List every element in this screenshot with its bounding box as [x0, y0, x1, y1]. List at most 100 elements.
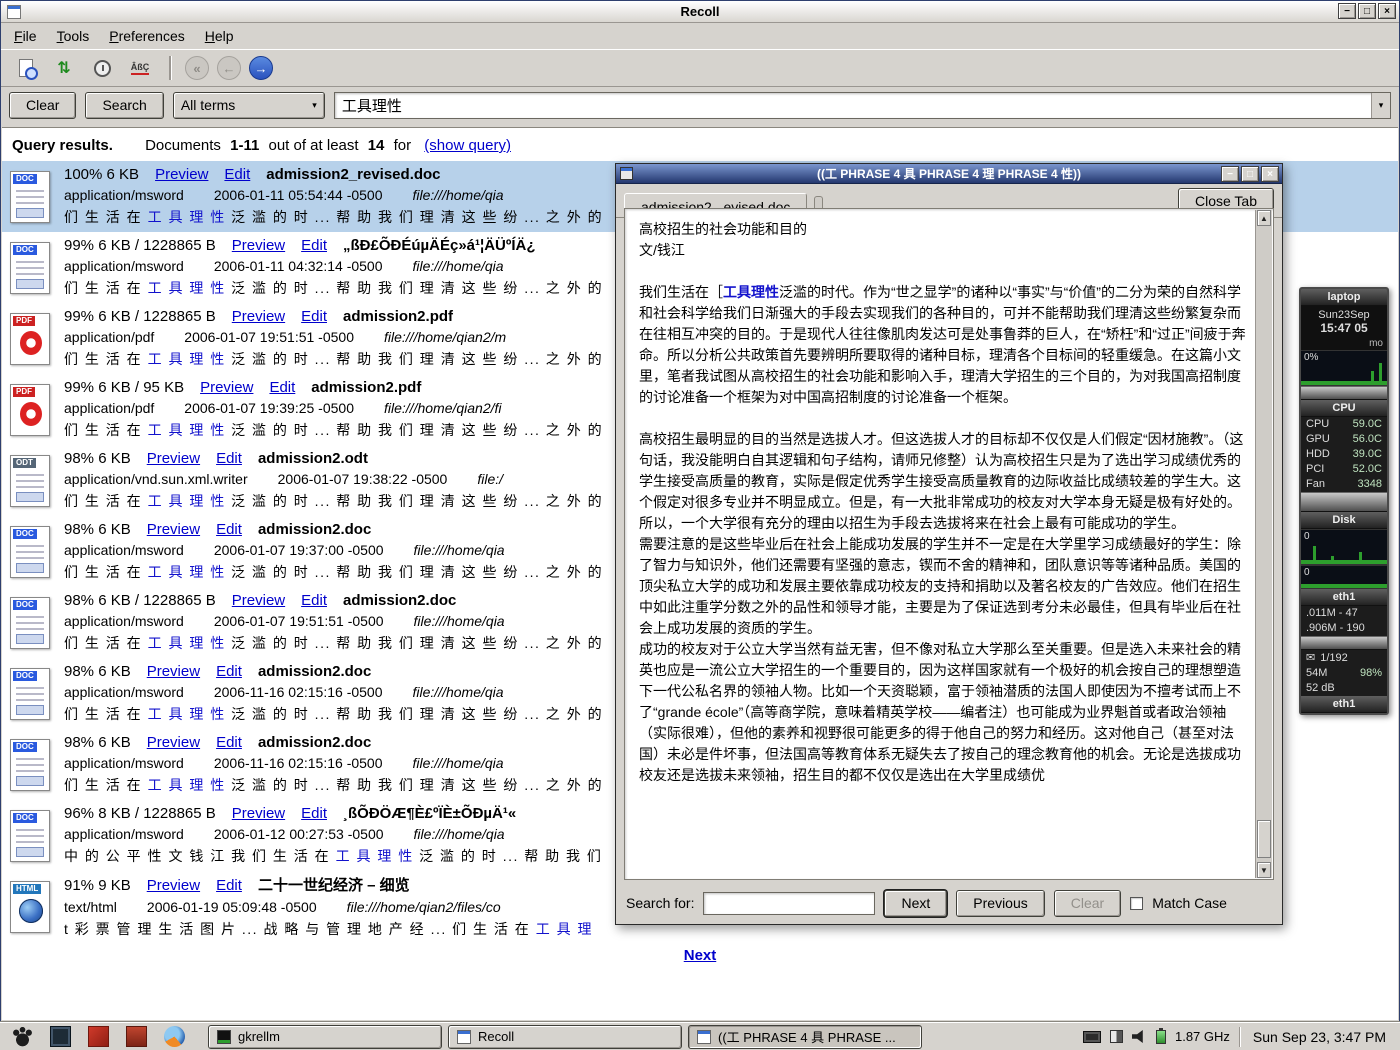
result-mimetype: application/msword — [64, 542, 184, 558]
scroll-down-button[interactable]: ▼ — [1257, 862, 1271, 878]
taskbar-task-preview[interactable]: ((工 PHRASE 4 具 PHRASE ... — [688, 1025, 922, 1049]
edit-link[interactable]: Edit — [301, 805, 327, 822]
preview-link[interactable]: Preview — [232, 805, 285, 822]
find-clear-button[interactable]: Clear — [1054, 890, 1121, 917]
edit-link[interactable]: Edit — [301, 308, 327, 325]
gkrellm-panel[interactable]: laptop Sun23Sep 15:47 05 mo 0% CPU CPU59… — [1299, 287, 1389, 715]
launcher-firefox[interactable] — [162, 1025, 186, 1049]
minimize-button[interactable]: − — [1338, 3, 1356, 19]
match-case-checkbox[interactable] — [1130, 897, 1143, 910]
menu-help[interactable]: Help — [196, 25, 243, 47]
disk-chart: 0 — [1301, 529, 1387, 565]
edit-link[interactable]: Edit — [224, 166, 250, 183]
preview-maximize-button[interactable]: □ — [1241, 166, 1259, 182]
launcher-package[interactable] — [124, 1025, 148, 1049]
edit-link[interactable]: Edit — [216, 734, 242, 751]
preview-document-area: 高校招生的社会功能和目的文/钱江我们生活在［工具理性泛滥的时代。作为“世之显学”… — [624, 208, 1274, 880]
volume-icon[interactable] — [1132, 1030, 1147, 1044]
preview-link[interactable]: Preview — [155, 166, 208, 183]
main-titlebar[interactable]: Recoll − □ × — [1, 1, 1399, 23]
query-preview-button[interactable] — [11, 53, 41, 83]
find-previous-button[interactable]: Previous — [956, 890, 1044, 917]
toolbar: ⇅ ÂßÇ « ← → — [1, 49, 1399, 87]
history-button[interactable] — [87, 53, 117, 83]
query-input[interactable] — [335, 93, 1371, 118]
edit-link[interactable]: Edit — [216, 450, 242, 467]
preview-search-input[interactable] — [703, 892, 875, 915]
highlighted-term: 工 具 理 性 — [148, 351, 226, 367]
edit-link[interactable]: Edit — [301, 237, 327, 254]
menubar: FileToolsPreferencesHelp — [1, 23, 1399, 49]
result-date: 2006-01-12 00:27:53 -0500 — [214, 826, 384, 842]
preview-minimize-button[interactable]: − — [1221, 166, 1239, 182]
index-status-button[interactable]: ⇅ — [49, 53, 79, 83]
preview-link[interactable]: Preview — [232, 308, 285, 325]
text-segment: 成功的校友对于公立大学当然有益无害，但不像对私立大学那么至关重要。但是选入未来社… — [639, 641, 1241, 783]
result-relevance-size: 98% 6 KB — [64, 734, 131, 751]
preview-link[interactable]: Preview — [147, 521, 200, 538]
preview-link[interactable]: Preview — [147, 734, 200, 751]
pdf-file-icon: PDF — [10, 313, 50, 365]
close-button[interactable]: × — [1378, 3, 1396, 19]
result-url: file:///home/qia — [414, 826, 505, 842]
cpu-chart: 0% — [1301, 350, 1387, 386]
results-for-text: for — [394, 137, 412, 154]
first-page-button[interactable]: « — [185, 56, 209, 80]
scroll-up-button[interactable]: ▲ — [1257, 210, 1271, 226]
taskbar-task-gkrellm[interactable]: gkrellm — [208, 1025, 442, 1049]
net-readouts: .011M - 47.906M - 190 — [1301, 606, 1387, 636]
text-segment: 们 生 活 在 — [64, 209, 148, 225]
edit-link[interactable]: Edit — [216, 521, 242, 538]
search-mode-combo[interactable]: All terms ▾ — [173, 92, 325, 119]
preview-titlebar[interactable]: ((工 PHRASE 4 具 PHRASE 4 理 PHRASE 4 性)) −… — [616, 164, 1282, 184]
highlighted-term: 工 具 理 性 — [148, 280, 226, 296]
menu-file[interactable]: File — [5, 25, 46, 47]
next-page-link[interactable]: Next — [684, 947, 717, 964]
query-history-dropdown[interactable]: ▾ — [1371, 93, 1390, 118]
preview-text[interactable]: 高校招生的社会功能和目的文/钱江我们生活在［工具理性泛滥的时代。作为“世之显学”… — [625, 209, 1255, 879]
preview-link[interactable]: Preview — [232, 592, 285, 609]
scrollbar-thumb[interactable] — [1257, 820, 1271, 858]
sensor-krell — [1301, 492, 1387, 512]
edit-link[interactable]: Edit — [216, 877, 242, 894]
search-row: Clear Search All terms ▾ ▾ — [1, 87, 1399, 123]
launcher-terminal[interactable] — [48, 1025, 72, 1049]
menu-tools[interactable]: Tools — [48, 25, 99, 47]
layout-switcher-icon[interactable] — [1110, 1030, 1123, 1043]
pdf-file-icon: PDF — [10, 384, 50, 436]
mail-count: 1/192 — [1320, 650, 1348, 666]
next-page-button[interactable]: → — [249, 56, 273, 80]
preview-close-button[interactable]: × — [1261, 166, 1279, 182]
preview-link[interactable]: Preview — [232, 237, 285, 254]
page-line — [16, 829, 44, 831]
launcher-editor[interactable] — [86, 1025, 110, 1049]
memory-percent: 98% — [1360, 666, 1382, 681]
search-mode-value: All terms — [181, 97, 235, 113]
preview-link[interactable]: Preview — [147, 877, 200, 894]
battery-icon[interactable] — [1156, 1030, 1166, 1044]
edit-link[interactable]: Edit — [301, 592, 327, 609]
edit-link[interactable]: Edit — [269, 379, 295, 396]
preview-link[interactable]: Preview — [200, 379, 253, 396]
text-segment: t 彩 票 管 理 生 活 图 片 ... 战 略 与 管 理 地 产 经 ..… — [64, 921, 536, 937]
cpu-load-label: 0% — [1304, 352, 1318, 363]
edit-link[interactable]: Edit — [216, 663, 242, 680]
keyboard-icon[interactable] — [1083, 1031, 1101, 1043]
menu-preferences[interactable]: Preferences — [100, 25, 194, 47]
maximize-button[interactable]: □ — [1358, 3, 1376, 19]
preview-link[interactable]: Preview — [147, 450, 200, 467]
clear-button[interactable]: Clear — [9, 92, 76, 119]
show-query-link[interactable]: (show query) — [424, 137, 511, 154]
preview-link[interactable]: Preview — [147, 663, 200, 680]
sensor-row: PCI52.0C — [1301, 462, 1387, 477]
text-segment: 们 生 活 在 — [64, 706, 148, 722]
launcher-paw[interactable] — [10, 1025, 34, 1049]
term-explorer-button[interactable]: ÂßÇ — [125, 53, 155, 83]
search-button[interactable]: Search — [85, 92, 163, 119]
text-segment: 泛 滥 的 时 ... 帮 助 我 们 理 清 这 些 纷 ... 之 外 的 — [226, 635, 603, 651]
previous-page-button[interactable]: ← — [217, 56, 241, 80]
find-next-button[interactable]: Next — [884, 890, 947, 917]
scrollbar[interactable]: ▲ ▼ — [1255, 210, 1272, 878]
taskbar-task-recoll[interactable]: Recoll — [448, 1025, 682, 1049]
index-update-icon: ⇅ — [57, 58, 70, 78]
